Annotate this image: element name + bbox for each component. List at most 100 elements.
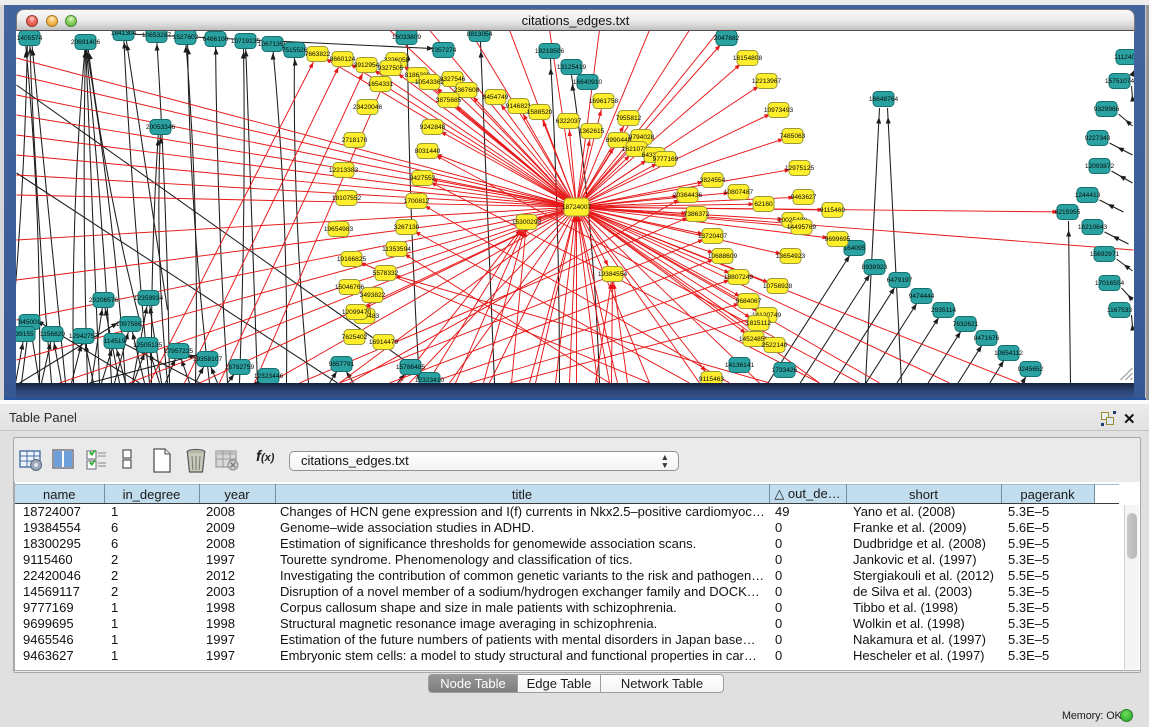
svg-text:9227343: 9227343 (1085, 135, 1111, 142)
svg-text:10975867: 10975867 (116, 321, 146, 328)
svg-text:17016504: 17016504 (1095, 280, 1125, 287)
svg-text:1588520: 1588520 (527, 109, 553, 116)
svg-text:1815112: 1815112 (746, 320, 772, 327)
svg-text:2047682: 2047682 (714, 35, 740, 42)
svg-text:10654112: 10654112 (994, 350, 1023, 357)
svg-text:20053346: 20053346 (146, 124, 176, 131)
svg-text:10756928: 10756928 (763, 283, 793, 290)
svg-text:10719135: 10719135 (231, 38, 261, 45)
svg-text:14495769: 14495769 (787, 224, 817, 231)
svg-text:7663822: 7663822 (305, 51, 331, 58)
svg-text:8215955: 8215955 (1055, 209, 1081, 216)
svg-text:12213383: 12213383 (329, 167, 359, 174)
svg-text:1362615: 1362615 (579, 128, 605, 135)
svg-text:9115463: 9115463 (699, 376, 725, 383)
svg-text:15300293: 15300293 (512, 219, 542, 226)
svg-text:7357274: 7357274 (431, 47, 457, 54)
svg-text:3912954: 3912954 (354, 62, 380, 69)
svg-text:19166825: 19166825 (337, 256, 367, 263)
svg-text:9245652: 9245652 (1018, 366, 1044, 373)
svg-text:845001: 845001 (18, 319, 40, 326)
svg-text:19218506: 19218506 (535, 48, 565, 55)
svg-text:20206576: 20206576 (89, 297, 119, 304)
svg-text:8660124: 8660124 (330, 56, 356, 63)
svg-text:18107552: 18107552 (332, 195, 362, 202)
svg-text:10807487: 10807487 (724, 189, 754, 196)
svg-text:7955812: 7955812 (616, 115, 642, 122)
svg-text:12942757: 12942757 (69, 333, 99, 340)
svg-text:8454749: 8454749 (483, 94, 509, 101)
svg-text:10653287: 10653287 (142, 32, 172, 39)
svg-text:2522140: 2522140 (762, 342, 788, 349)
svg-text:7632621: 7632621 (953, 321, 979, 328)
svg-text:3493822: 3493822 (360, 292, 386, 299)
svg-text:8471676: 8471676 (974, 335, 1000, 342)
svg-text:14136141: 14136141 (725, 362, 755, 369)
svg-text:12359934: 12359934 (134, 295, 164, 302)
svg-text:9777169: 9777169 (653, 156, 679, 163)
svg-text:62160: 62160 (754, 201, 773, 208)
svg-text:6466100: 6466100 (203, 36, 229, 43)
svg-text:5578332: 5578332 (373, 270, 399, 277)
svg-text:1841304: 1841304 (111, 31, 137, 37)
svg-text:19384554: 19384554 (598, 271, 628, 278)
svg-text:7625402: 7625402 (342, 334, 368, 341)
svg-text:1156829: 1156829 (40, 331, 66, 338)
svg-text:11353594: 11353594 (382, 246, 411, 253)
svg-text:7386372: 7386372 (684, 211, 710, 218)
svg-text:9794028: 9794028 (629, 134, 655, 141)
svg-text:1112404: 1112404 (1114, 54, 1134, 61)
svg-text:9329966: 9329966 (1094, 106, 1120, 113)
svg-text:1654331: 1654331 (368, 81, 394, 88)
svg-text:8938923: 8938923 (862, 264, 888, 271)
svg-text:9427552: 9427552 (410, 175, 436, 182)
svg-text:9327505: 9327505 (378, 65, 404, 72)
svg-text:20691406: 20691406 (71, 39, 101, 46)
svg-text:16154808: 16154808 (733, 55, 763, 62)
svg-text:13720407: 13720407 (698, 233, 728, 240)
svg-text:19358107: 19358107 (193, 356, 223, 363)
svg-text:1167533: 1167533 (1107, 307, 1133, 314)
svg-text:23420046: 23420046 (353, 104, 383, 111)
svg-text:2935114: 2935114 (931, 307, 957, 314)
svg-text:9463627: 9463627 (791, 194, 817, 201)
svg-text:3824554: 3824554 (700, 177, 726, 184)
svg-text:6322037: 6322037 (556, 118, 582, 125)
svg-text:17957225: 17957225 (164, 348, 194, 355)
svg-text:15046766: 15046766 (335, 284, 365, 291)
svg-text:9699695: 9699695 (825, 236, 851, 243)
svg-text:15786485: 15786485 (396, 364, 426, 371)
svg-text:16640910: 16640910 (573, 79, 603, 86)
svg-text:1733426: 1733426 (772, 367, 798, 374)
svg-text:6479197: 6479197 (887, 277, 913, 284)
svg-text:1244413: 1244413 (1075, 192, 1101, 199)
svg-text:164095: 164095 (843, 245, 865, 252)
svg-text:12099470: 12099470 (342, 309, 372, 316)
svg-text:8813054: 8813054 (467, 31, 493, 38)
svg-text:1700812: 1700812 (404, 198, 430, 205)
svg-text:16782759: 16782759 (225, 364, 255, 371)
svg-text:3875685: 3875685 (436, 97, 462, 104)
svg-text:10973493: 10973493 (764, 107, 794, 114)
svg-text:15692971: 15692971 (1090, 251, 1120, 258)
svg-text:9474444: 9474444 (909, 293, 935, 300)
svg-text:8031440: 8031440 (415, 148, 441, 155)
svg-text:9857791: 9857791 (329, 361, 355, 368)
svg-text:16961758: 16961758 (589, 98, 619, 105)
svg-text:16914479: 16914479 (369, 339, 399, 346)
svg-text:18807249: 18807249 (724, 274, 754, 281)
svg-text:15751074: 15751074 (1105, 78, 1134, 85)
svg-text:13125419: 13125419 (557, 64, 587, 71)
svg-text:10688609: 10688609 (708, 253, 738, 260)
svg-text:12505135: 12505135 (133, 342, 163, 349)
svg-text:1527602: 1527602 (173, 34, 199, 41)
svg-text:1405574: 1405574 (17, 35, 43, 42)
svg-text:16210643: 16210643 (1078, 224, 1108, 231)
svg-text:7485063: 7485063 (780, 133, 806, 140)
svg-text:13654923: 13654923 (776, 253, 806, 260)
svg-text:16648764: 16648764 (869, 96, 899, 103)
svg-text:2718170: 2718170 (342, 137, 368, 144)
svg-text:3267130: 3267130 (394, 224, 420, 231)
svg-text:12093872: 12093872 (1085, 163, 1115, 170)
svg-text:114519: 114519 (104, 338, 126, 345)
